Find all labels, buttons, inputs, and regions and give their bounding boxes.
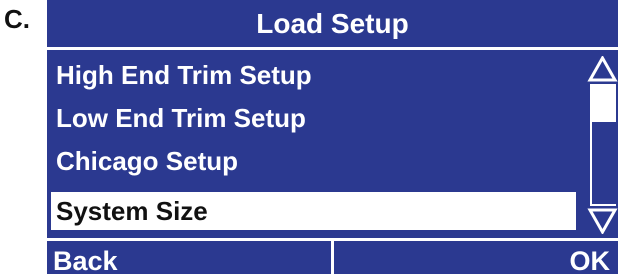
softkey-divider	[331, 241, 334, 274]
scroll-thumb[interactable]	[590, 84, 616, 122]
page-title: Load Setup	[47, 0, 618, 50]
menu-item-system-size[interactable]: System Size	[51, 192, 576, 230]
menu-item-chicago-setup[interactable]: Chicago Setup	[51, 142, 576, 180]
figure-label: C.	[4, 4, 30, 34]
back-button[interactable]: Back	[53, 241, 323, 274]
triangle-down-icon[interactable]	[587, 208, 618, 234]
ok-button[interactable]: OK	[342, 241, 611, 274]
triangle-up-icon[interactable]	[587, 56, 618, 82]
menu-item-low-end-trim-setup[interactable]: Low End Trim Setup	[51, 99, 576, 137]
scrollbar[interactable]	[587, 56, 618, 234]
menu-item-high-end-trim-setup[interactable]: High End Trim Setup	[51, 56, 576, 94]
lcd-screen: Load Setup High End Trim Setup Low End T…	[47, 0, 618, 274]
softkey-bar: Back OK	[47, 238, 618, 274]
